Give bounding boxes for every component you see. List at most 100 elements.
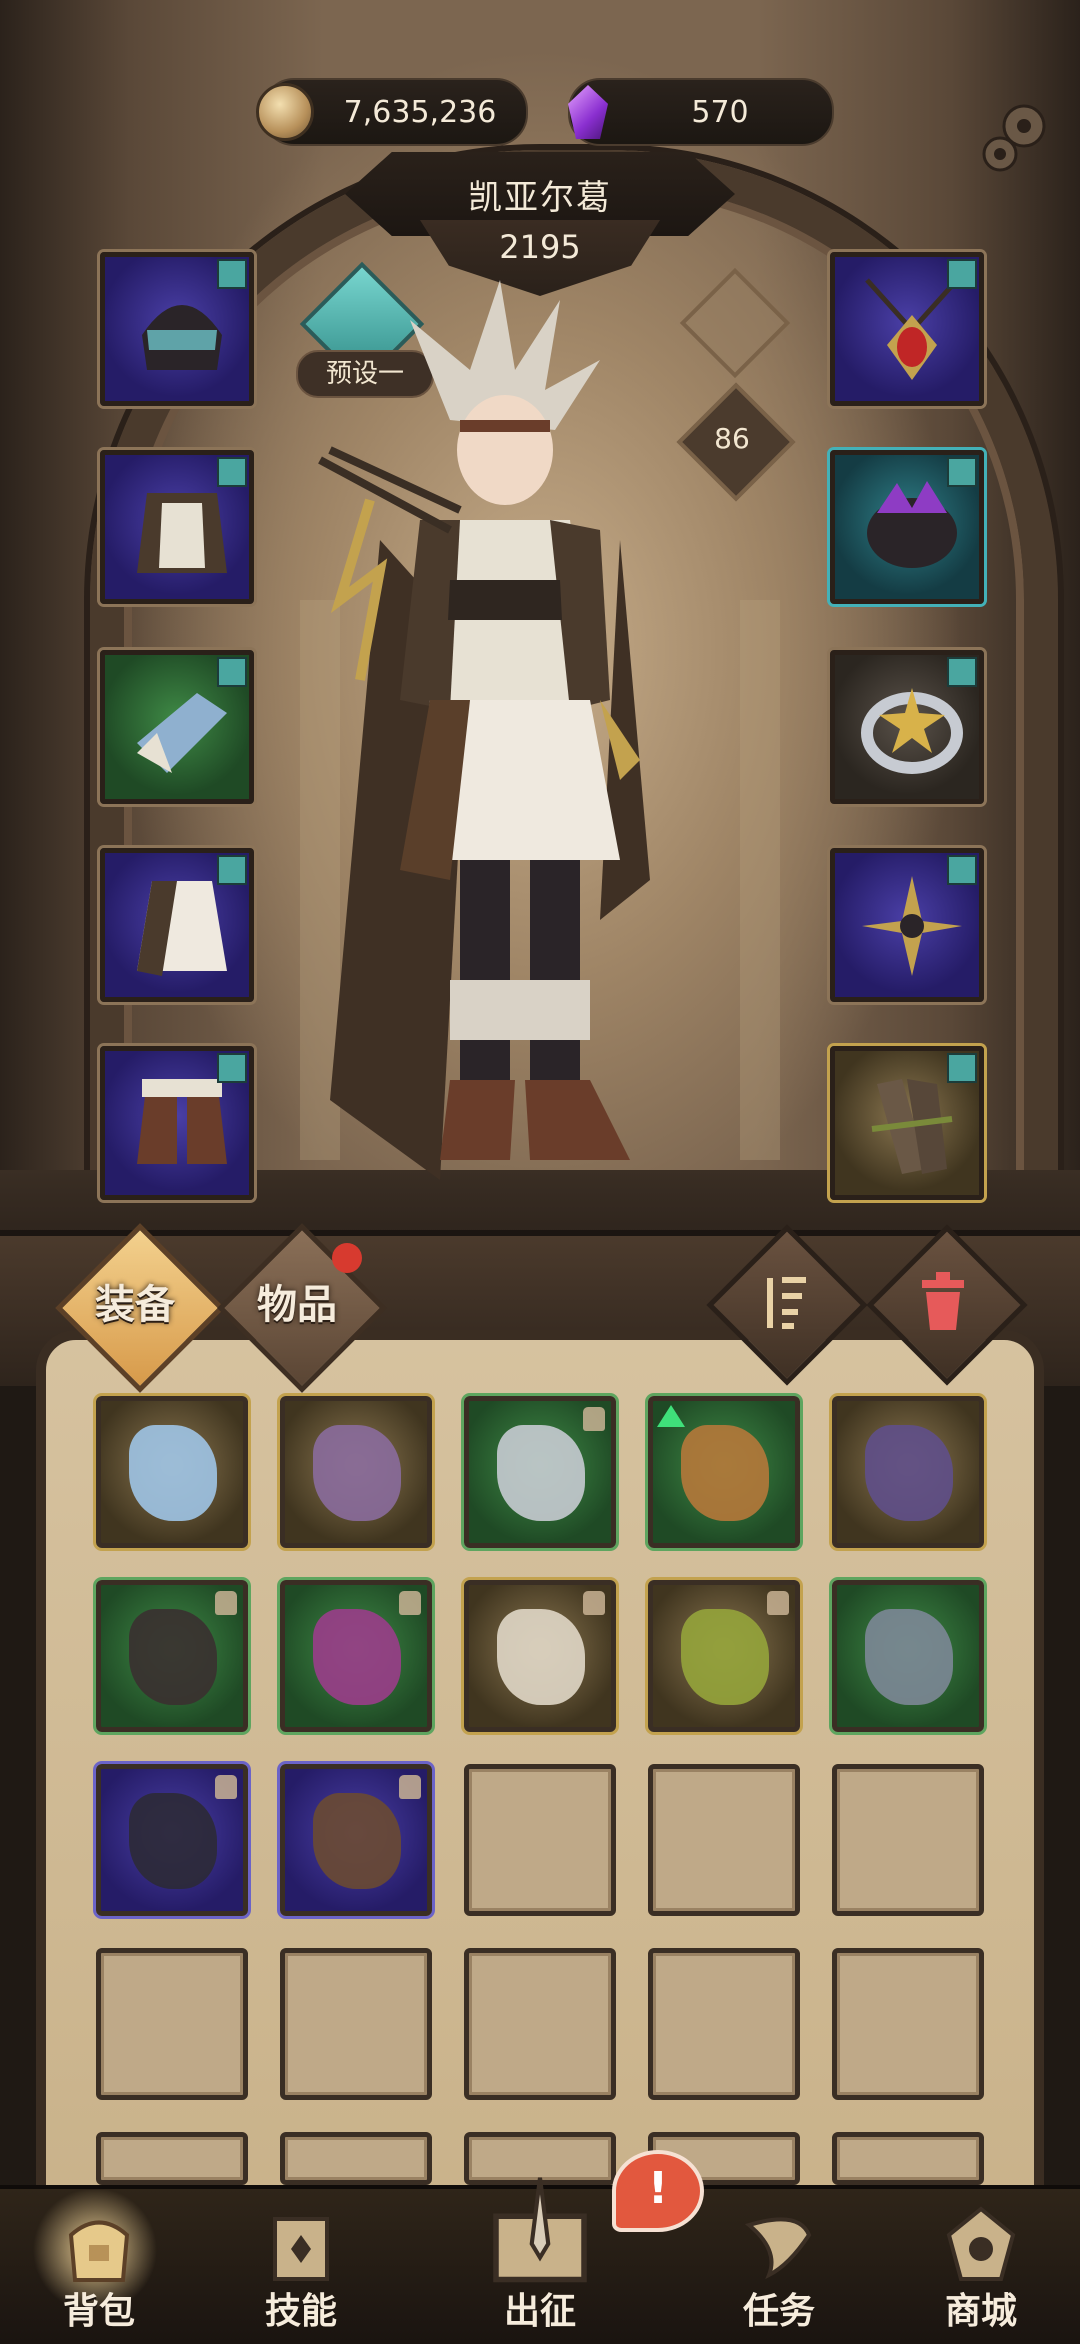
equipped-tag — [217, 259, 247, 289]
empty-inventory-slot[interactable] — [648, 1764, 800, 1916]
inventory-item-silver-eye-ring[interactable] — [464, 1396, 616, 1548]
equip-slot-skirt[interactable] — [100, 848, 254, 1002]
inventory-item-dark-boots[interactable] — [96, 1764, 248, 1916]
equipped-tag — [217, 657, 247, 687]
equip-slot-chest[interactable] — [100, 450, 254, 604]
equip-slot-gloves[interactable] — [100, 650, 254, 804]
horn-icon — [744, 2217, 812, 2280]
empty-inventory-slot[interactable] — [280, 1948, 432, 2100]
tab-equipment[interactable]: 装备 — [60, 1220, 210, 1330]
empty-inventory-slot[interactable] — [464, 1948, 616, 2100]
empty-inventory-slot[interactable] — [832, 1948, 984, 2100]
empty-inventory-slot[interactable] — [832, 1764, 984, 1916]
coin-icon — [256, 83, 314, 141]
equipped-tag — [217, 855, 247, 885]
inventory-item-demon-skull-shoulder[interactable] — [280, 1396, 432, 1548]
demon-skull-shoulder-icon — [313, 1425, 401, 1521]
equip-slot-boots[interactable] — [100, 1046, 254, 1200]
equipped-tag — [217, 457, 247, 487]
dark-boots-icon — [129, 1793, 217, 1889]
gem-necklace-icon — [129, 1609, 217, 1705]
skull-pauldron-icon — [497, 1609, 585, 1705]
helmet-icon — [142, 305, 222, 370]
nav-quests[interactable]: 任务 — [704, 2195, 854, 2340]
crossbow-emblem-icon — [862, 876, 962, 976]
lock-icon — [215, 1775, 237, 1799]
tab-items[interactable]: 物品 — [222, 1220, 372, 1330]
empty-inventory-slot[interactable] — [648, 1948, 800, 2100]
bronze-eye-ring-icon — [681, 1425, 769, 1521]
inventory-item-ice-crystal-armor[interactable] — [96, 1396, 248, 1548]
lock-icon — [399, 1775, 421, 1799]
spiked-ring-icon — [867, 481, 957, 568]
purple-gem-icon — [568, 85, 608, 139]
quiver-icon — [871, 1079, 953, 1174]
equipped-tag — [947, 855, 977, 885]
equipped-tag — [947, 1053, 977, 1083]
gem-counter[interactable]: 570 — [568, 78, 834, 146]
amulet-icon — [865, 278, 959, 380]
steel-greaves-icon — [865, 1609, 953, 1705]
hero-character — [318, 280, 650, 1180]
silver-eye-ring-icon — [497, 1425, 585, 1521]
nav-skills[interactable]: 技能 — [226, 2195, 376, 2340]
inventory-item-bronze-eye-ring[interactable] — [648, 1396, 800, 1548]
thorn-gauntlet-icon — [681, 1609, 769, 1705]
equip-slot-ring-2[interactable] — [830, 650, 984, 804]
nav-quests-label: 任务 — [742, 2291, 815, 2332]
equip-slot-amulet[interactable] — [830, 252, 984, 406]
lock-icon — [215, 1591, 237, 1615]
inventory-item-skull-pauldron[interactable] — [464, 1580, 616, 1732]
skill-book-icon — [273, 2217, 329, 2281]
chest-armor-icon — [137, 493, 227, 573]
inventory-item-leather-vest[interactable] — [280, 1764, 432, 1916]
nav-bag-label: 背包 — [62, 2291, 135, 2332]
skirt-icon — [137, 881, 227, 976]
nav-expedition[interactable]: 出征 — [465, 2177, 615, 2340]
nav-shop[interactable]: 商城 — [906, 2195, 1056, 2340]
boots-icon — [137, 1079, 227, 1164]
lock-icon — [583, 1591, 605, 1615]
equip-slot-quiver[interactable] — [830, 1046, 984, 1200]
backpack-icon — [68, 2220, 130, 2282]
purple-horns-icon — [313, 1609, 401, 1705]
nav-skills-label: 技能 — [264, 2291, 337, 2332]
expedition-alert: ! — [612, 2150, 704, 2232]
star-ring-icon — [861, 688, 963, 774]
inventory-item-grape-thorn-weapon[interactable] — [832, 1396, 984, 1548]
equip-slot-helmet[interactable] — [100, 252, 254, 406]
inventory-item-purple-horns[interactable] — [280, 1580, 432, 1732]
sword-map-icon — [493, 2177, 587, 2283]
inventory-item-thorn-gauntlet[interactable] — [648, 1580, 800, 1732]
equipped-tag — [217, 1053, 247, 1083]
empty-inventory-slot[interactable] — [96, 2132, 248, 2185]
shop-crest-icon — [946, 2206, 1016, 2281]
equipped-tag — [947, 457, 977, 487]
inventory-item-gem-necklace[interactable] — [96, 1580, 248, 1732]
leather-vest-icon — [313, 1793, 401, 1889]
lock-icon — [583, 1407, 605, 1431]
empty-inventory-slot[interactable] — [832, 2132, 984, 2185]
equip-slot-offhand[interactable] — [830, 848, 984, 1002]
empty-inventory-slot[interactable] — [280, 2132, 432, 2185]
empty-inventory-slot[interactable] — [464, 1764, 616, 1916]
background-pillar — [740, 600, 780, 1160]
equipped-tag — [947, 657, 977, 687]
grape-thorn-weapon-icon — [865, 1425, 953, 1521]
empty-inventory-slot[interactable] — [96, 1948, 248, 2100]
nav-bag[interactable]: 背包 — [24, 2195, 174, 2340]
gem-amount: 570 — [691, 94, 749, 130]
upgrade-arrow-icon — [657, 1405, 685, 1427]
gloves-icon — [137, 693, 227, 773]
lock-icon — [399, 1591, 421, 1615]
sort-icon — [767, 1277, 806, 1329]
equip-slot-ring-1[interactable] — [830, 450, 984, 604]
coin-amount: 7,635,236 — [343, 94, 497, 130]
lock-icon — [767, 1591, 789, 1615]
gear-icon[interactable] — [974, 96, 1058, 180]
nav-shop-label: 商城 — [944, 2291, 1017, 2332]
coin-counter[interactable]: 7,635,236 — [256, 78, 528, 146]
inventory-item-steel-greaves[interactable] — [832, 1580, 984, 1732]
notification-dot — [332, 1243, 362, 1273]
ice-crystal-armor-icon — [129, 1425, 217, 1521]
